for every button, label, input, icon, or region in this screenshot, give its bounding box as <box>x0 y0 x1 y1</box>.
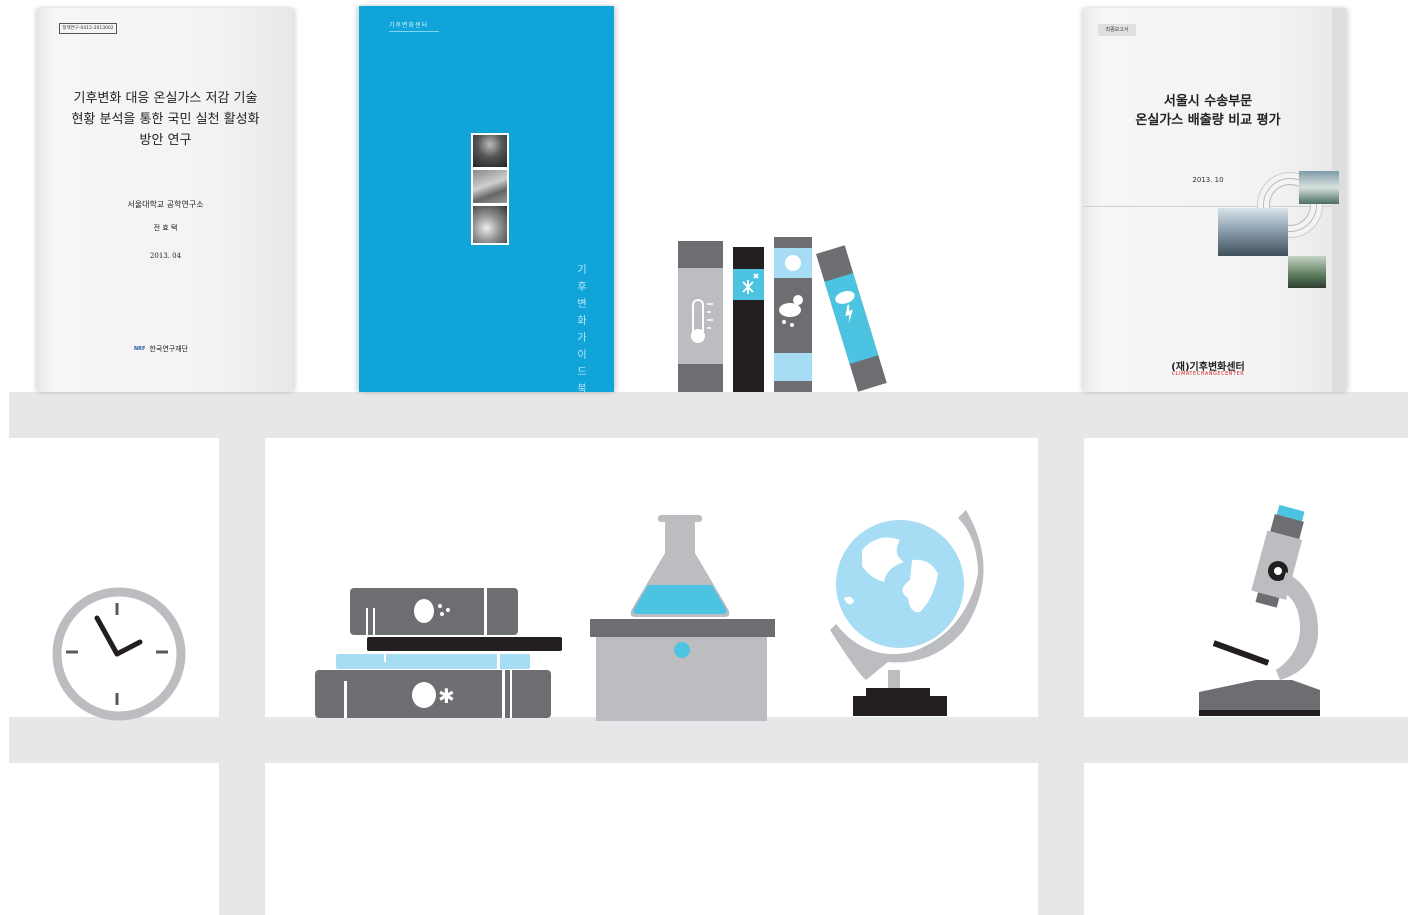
shelf-board-top <box>9 392 1408 438</box>
blue-guidebook[interactable]: 기후변화센터 기후변화 가이드북 <box>359 6 614 395</box>
thermometer-book[interactable] <box>678 241 723 392</box>
snowflake-book[interactable] <box>733 247 764 392</box>
report-title-line: 현황 분석을 통한 국민 실천 활성화 <box>71 112 260 127</box>
shelf-post-right <box>1038 392 1084 915</box>
clouds-photo <box>473 206 507 243</box>
nrf-logo-icon: NRF <box>134 346 146 352</box>
report-title-line: 서울시 수송부문 <box>1163 94 1253 109</box>
bus-photo-1 <box>1299 171 1339 204</box>
guidebook-top-line <box>389 31 439 32</box>
desert-photo <box>473 170 507 203</box>
publisher-logo: NRF 한국연구재단 <box>134 344 188 354</box>
weather-book[interactable] <box>774 237 812 392</box>
report-date: 2013. 04 <box>149 252 182 260</box>
report-title-line: 온실가스 배출량 비교 평가 <box>1135 113 1281 128</box>
book-stack-icon[interactable]: ✱ <box>314 586 564 720</box>
palm-tree-photo <box>473 135 507 167</box>
report-author: 전 효 택 <box>153 224 178 232</box>
shelf-post-left <box>219 392 265 915</box>
report-book-transport[interactable]: 최종보고서 서울시 수송부문 온실가스 배출량 비교 평가 2013. 10 (… <box>1084 8 1346 392</box>
shelf-board-middle <box>9 717 1408 763</box>
climate-books-group <box>678 237 887 392</box>
report-title-line: 기후변화 대응 온실가스 저감 기술 <box>73 91 258 106</box>
bus-photo-3 <box>1288 256 1326 288</box>
report-code-box: 정책연구-0415-2013002 <box>59 23 117 34</box>
report-title: 서울시 수송부문 온실가스 배출량 비교 평가 <box>1084 92 1332 130</box>
report-publisher: 한국연구재단 <box>149 345 189 353</box>
report-institute: 서울대학교 공학연구소 <box>127 200 204 209</box>
guidebook-top-label: 기후변화센터 <box>389 22 429 29</box>
microscope-icon[interactable] <box>1196 504 1324 718</box>
lightning-book[interactable] <box>816 245 887 392</box>
report-title-line: 방안 연구 <box>139 133 192 148</box>
svg-text:✱: ✱ <box>438 684 455 708</box>
flask-icon[interactable] <box>588 513 778 723</box>
report-title: 기후변화 대응 온실가스 저감 기술 현황 분석을 통한 국민 실천 활성화 방… <box>38 88 293 151</box>
bus-photo-2 <box>1218 208 1288 256</box>
guidebook-spine-text: 기후변화 가이드북 <box>577 265 587 395</box>
clock-icon[interactable] <box>50 585 188 723</box>
report-publisher-en: CLIMATECHANGECENTER <box>1171 371 1245 377</box>
report-badge: 최종보고서 <box>1098 24 1136 36</box>
report-date: 2013. 10 <box>1192 176 1224 184</box>
guidebook-photo-strip <box>471 133 509 245</box>
report-book-climate-tech[interactable]: 정책연구-0415-2013002 기후변화 대응 온실가스 저감 기술 현황 … <box>38 8 293 392</box>
globe-icon[interactable] <box>826 502 996 718</box>
